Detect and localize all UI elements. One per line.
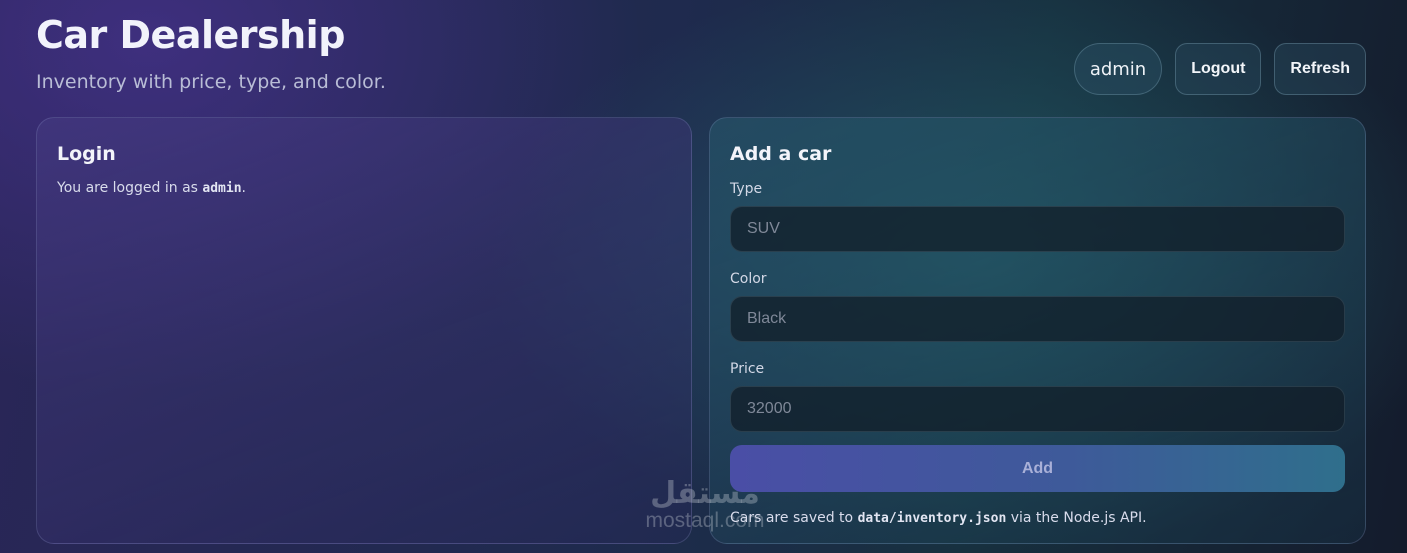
price-label: Price — [730, 361, 765, 377]
price-input[interactable] — [730, 386, 1345, 432]
save-note: Cars are saved to data/inventory.json vi… — [730, 510, 1345, 526]
add-car-button[interactable]: Add — [730, 445, 1345, 492]
save-note-suffix: via the Node.js API. — [1006, 510, 1147, 526]
login-status-suffix: . — [241, 180, 246, 196]
inventory-path: data/inventory.json — [857, 511, 1007, 526]
color-label: Color — [730, 271, 767, 287]
page-subtitle: Inventory with price, type, and color. — [36, 71, 386, 93]
page-title: Car Dealership — [36, 13, 345, 57]
color-input[interactable] — [730, 296, 1345, 342]
type-label: Type — [730, 181, 763, 197]
login-title: Login — [57, 143, 116, 165]
login-status-prefix: You are logged in as — [57, 180, 203, 196]
login-card: Login You are logged in as admin. — [36, 117, 692, 544]
top-actions: admin Logout Refresh — [1073, 43, 1366, 95]
add-car-card: Add a car Type Color Price Add Cars are … — [709, 117, 1366, 544]
save-note-prefix: Cars are saved to — [730, 510, 858, 526]
type-input[interactable] — [730, 206, 1345, 252]
logout-button[interactable]: Logout — [1175, 43, 1262, 95]
refresh-button[interactable]: Refresh — [1274, 43, 1366, 95]
add-car-title: Add a car — [730, 143, 832, 165]
page-header: Car Dealership Inventory with price, typ… — [36, 12, 386, 94]
user-badge: admin — [1073, 43, 1163, 95]
login-status: You are logged in as admin. — [57, 180, 671, 196]
login-username: admin — [202, 181, 242, 196]
